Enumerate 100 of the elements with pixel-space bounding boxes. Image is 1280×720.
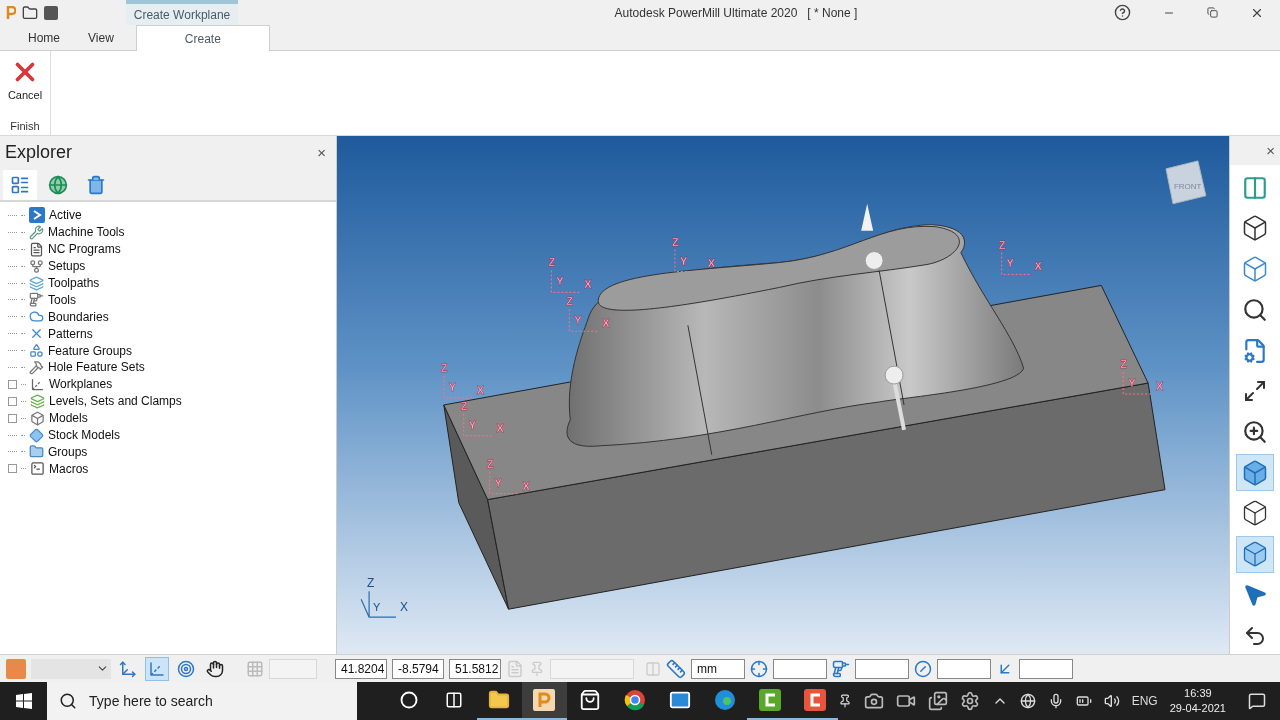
globe-icon[interactable] — [1019, 693, 1036, 709]
tree-item[interactable]: Patterns — [48, 326, 93, 341]
drill-icon — [29, 292, 44, 308]
axis-lines — [674, 249, 705, 272]
tree-item[interactable]: Feature Groups — [48, 343, 133, 358]
cancel-button[interactable]: Cancel — [5, 55, 45, 103]
layers-icon — [30, 393, 45, 409]
folder-icon — [488, 689, 511, 711]
cube-icon — [1241, 214, 1269, 243]
axis-label: Z — [998, 238, 1006, 251]
tree-item[interactable]: Tools — [48, 292, 76, 307]
tree-item[interactable]: Groups — [48, 444, 88, 459]
save-icon[interactable] — [44, 5, 58, 20]
context-tab-label: Create Workplane — [126, 0, 238, 25]
zoom-fit-icon — [1243, 379, 1267, 404]
search-icon — [59, 692, 78, 710]
cube-icon — [30, 410, 45, 426]
axis-label: X — [1034, 260, 1042, 273]
close-button[interactable]: × — [317, 143, 326, 161]
clock-date: 29-04-2021 — [1169, 701, 1226, 716]
axis-label: Z — [566, 295, 573, 308]
input-field[interactable] — [773, 658, 827, 679]
expand-icon[interactable] — [8, 413, 17, 423]
axis-lines — [489, 471, 519, 495]
tree-item[interactable]: Macros — [49, 461, 89, 476]
gallery-icon[interactable] — [927, 691, 948, 711]
tree-item[interactable]: Toolpaths — [48, 276, 100, 290]
axis-label: Z — [548, 256, 556, 269]
tree-item[interactable]: Active — [49, 208, 82, 223]
expand-icon[interactable] — [8, 379, 17, 389]
axis-label: Y — [556, 275, 564, 288]
axis-label: Z — [1120, 358, 1127, 371]
axis-label: X — [1156, 380, 1164, 392]
tree-item[interactable]: Levels, Sets and Clamps — [49, 394, 182, 409]
axis-label: X — [400, 600, 408, 615]
language-indicator[interactable]: ENG — [1131, 694, 1158, 708]
hand-icon — [206, 659, 224, 678]
restore-icon[interactable] — [1207, 7, 1218, 18]
diameter-icon — [914, 659, 932, 678]
input-field[interactable] — [855, 658, 909, 679]
tree-item[interactable]: Stock Models — [48, 428, 121, 442]
search-field[interactable]: Type here to search — [47, 682, 358, 720]
tree-item[interactable]: Machine Tools — [48, 225, 125, 240]
axis-z-icon — [177, 659, 195, 678]
coordinate-field[interactable]: -8.5794 — [392, 658, 444, 679]
folder-icon — [29, 444, 44, 460]
explorer-tab[interactable] — [3, 170, 37, 200]
trash-icon — [86, 175, 106, 195]
clock[interactable]: 16:39 29-04-2021 — [1169, 686, 1226, 716]
axis-label: X — [496, 421, 504, 434]
crosshair-icon — [750, 659, 768, 678]
tree-item[interactable]: Workplanes — [49, 377, 113, 392]
panel-title: Explorer — [5, 141, 73, 163]
camera-icon[interactable] — [863, 691, 884, 711]
axis-label: Y — [679, 254, 688, 267]
axis-label: Z — [671, 235, 679, 248]
shaded-cube-icon — [1241, 540, 1269, 569]
axis-lines — [550, 270, 581, 293]
ribbon-tab[interactable]: Home — [14, 26, 74, 50]
notifications-icon[interactable] — [1248, 692, 1266, 710]
ribbon-tab[interactable]: View — [74, 26, 128, 50]
tree-item[interactable]: NC Programs — [48, 242, 121, 257]
input-field[interactable] — [1019, 658, 1073, 679]
settings-icon[interactable] — [959, 691, 980, 711]
axis-label: Z — [486, 457, 494, 470]
coordinate-field[interactable]: 51.5812 — [449, 658, 501, 679]
tree-item[interactable]: Hole Feature Sets — [48, 360, 145, 375]
shapes-icon — [29, 343, 44, 359]
tree-item[interactable]: Models — [49, 411, 88, 426]
hammer-icon — [29, 359, 44, 375]
taskbar-app[interactable] — [521, 682, 568, 720]
pin-icon[interactable] — [837, 694, 852, 708]
axis-lines — [443, 375, 474, 399]
active-icon — [29, 207, 45, 224]
close-button[interactable]: × — [1266, 142, 1275, 160]
ribbon-tab[interactable]: Create — [135, 25, 270, 51]
expand-icon[interactable] — [8, 396, 17, 406]
open-folder-icon[interactable] — [22, 4, 38, 21]
battery-icon[interactable] — [1075, 693, 1092, 709]
coordinate-field[interactable]: 41.8204 — [335, 658, 387, 679]
input-field[interactable] — [937, 658, 991, 679]
axis-label: X — [522, 479, 530, 492]
volume-icon[interactable] — [1103, 693, 1120, 709]
help-icon[interactable] — [1114, 4, 1131, 21]
tree-item[interactable]: Setups — [48, 259, 86, 274]
ruler-icon — [666, 658, 686, 679]
zoom-icon — [1242, 419, 1268, 445]
layers-icon — [29, 275, 44, 291]
document-name: [ * None ] — [807, 5, 858, 20]
axis-label: Z — [367, 576, 375, 591]
shaded-cube-icon — [1241, 458, 1269, 487]
document-refresh-icon — [1242, 337, 1268, 364]
units-field[interactable]: mm — [691, 658, 745, 679]
expand-icon[interactable] — [8, 464, 17, 474]
axis-lines — [1122, 371, 1153, 395]
globe-icon — [48, 175, 68, 195]
axis-label: Y — [574, 314, 582, 327]
axis-icon — [30, 376, 45, 392]
axis-toggle[interactable] — [145, 656, 169, 681]
tree-item[interactable]: Boundaries — [48, 309, 109, 324]
